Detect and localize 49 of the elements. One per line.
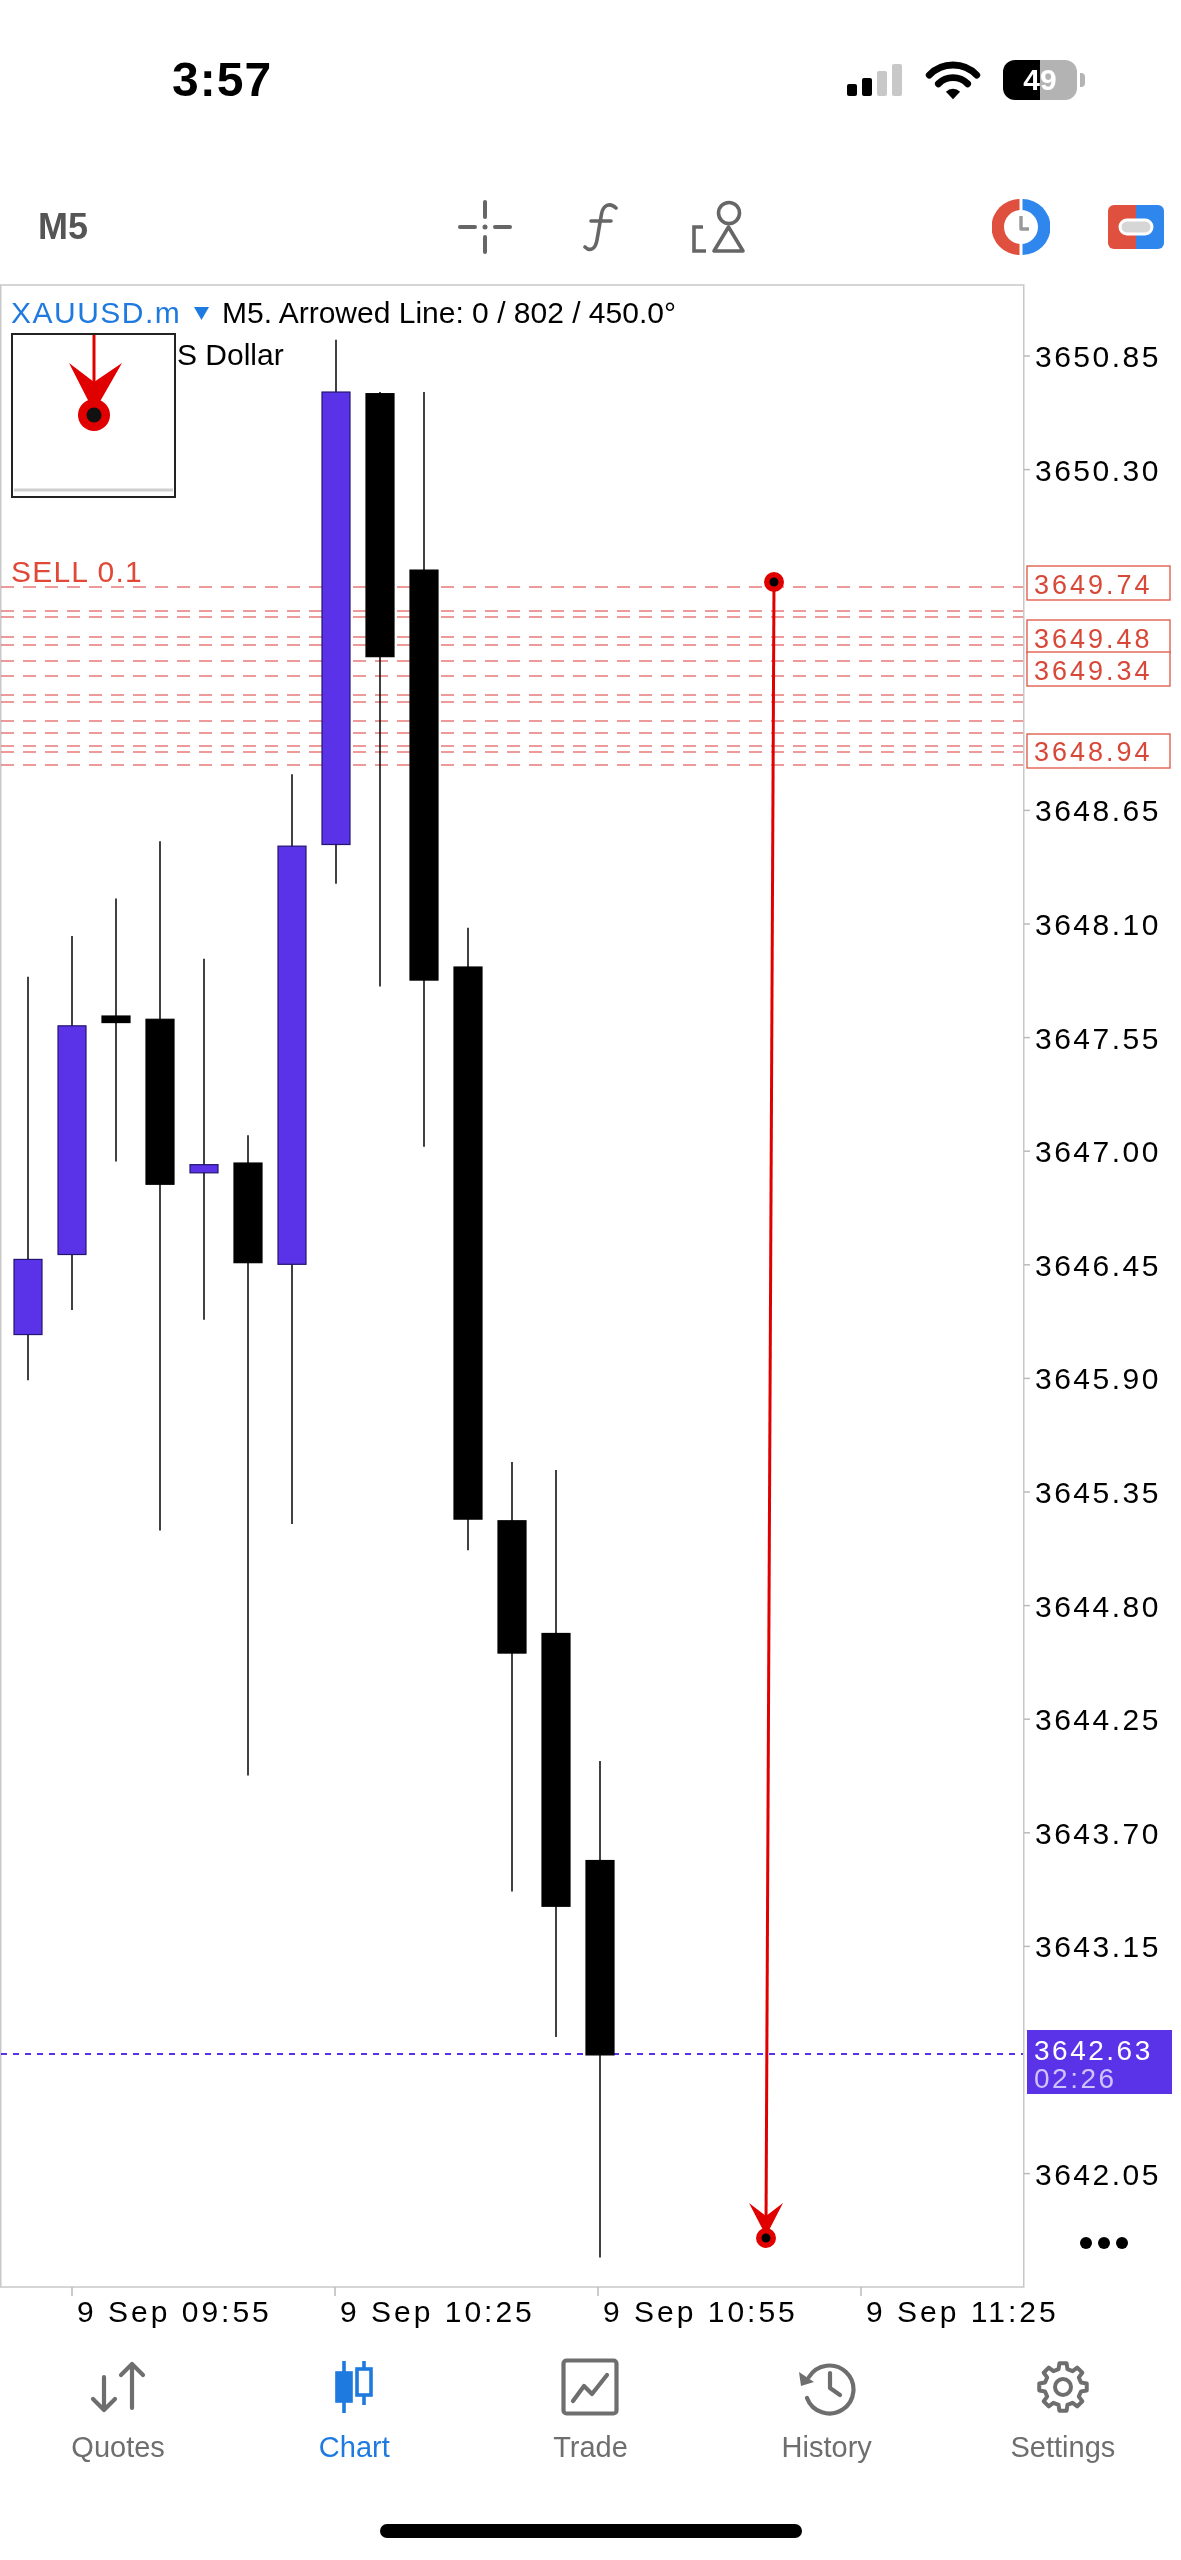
price-axis-label: 3645.90 — [1035, 1362, 1161, 1396]
price-axis-label: 3644.25 — [1035, 1703, 1161, 1737]
tab[interactable]: Trade — [472, 2340, 709, 2480]
crosshair-icon[interactable] — [458, 200, 512, 254]
time-axis-label: 9 Sep 10:25 — [340, 2295, 535, 2328]
tab[interactable]: Quotes — [0, 2340, 237, 2480]
clock-toggle-icon[interactable] — [992, 198, 1050, 256]
bar-countdown: 02:26 — [1034, 2063, 1117, 2094]
price-axis-label: 3647.55 — [1035, 1021, 1161, 1055]
price-axis-label: 3648.65 — [1035, 794, 1161, 828]
dropdown-caret-icon[interactable] — [194, 307, 209, 320]
order-price-tag: 3649.34 — [1026, 651, 1171, 687]
chart-info-text: M5. Arrowed Line: 0 / 802 / 450.0° — [222, 296, 676, 329]
time-axis-label: 9 Sep 09:55 — [77, 2295, 272, 2328]
signal-icon — [847, 64, 903, 96]
arrow-preview-icon — [11, 333, 176, 498]
symbol-selector[interactable]: XAUUSD.m — [11, 296, 182, 329]
tab[interactable]: History — [708, 2340, 945, 2480]
arrowed-line[interactable] — [749, 572, 784, 2248]
line-chart-icon — [561, 2358, 620, 2416]
price-axis-label: 3648.10 — [1035, 908, 1161, 941]
price-axis-label: 3642.05 — [1035, 2157, 1161, 2191]
price-axis-label: 3644.80 — [1035, 1589, 1161, 1623]
settings-icon — [1034, 2358, 1091, 2416]
status-time: 3:57 — [172, 56, 273, 104]
price-axis-label: 3646.45 — [1035, 1248, 1161, 1282]
wifi-icon — [925, 60, 981, 100]
more-icon[interactable] — [1080, 2237, 1128, 2249]
price-axis-label: 3643.15 — [1035, 1930, 1161, 1964]
legend-text: S Dollar — [177, 338, 284, 371]
order-price-tag: 3649.48 — [1026, 619, 1171, 654]
current-price: 3642.63 — [1034, 2035, 1153, 2066]
function-icon[interactable] — [583, 200, 619, 254]
order-price-tag: 3648.94 — [1026, 733, 1171, 769]
price-axis-label: 3645.35 — [1035, 1476, 1161, 1509]
shapes-icon[interactable] — [692, 200, 746, 254]
order-label: SELL 0.1 — [11, 555, 143, 588]
time-axis-label: 9 Sep 11:25 — [866, 2295, 1059, 2328]
price-axis-label: 3650.85 — [1035, 340, 1161, 373]
candlestick-icon — [333, 2358, 376, 2416]
time-axis-label: 9 Sep 10:55 — [603, 2295, 798, 2328]
price-axis-label: 3647.00 — [1035, 1135, 1161, 1169]
timeframe-button[interactable]: M5 — [38, 207, 88, 247]
order-price-tag: 3649.74 — [1026, 565, 1171, 601]
price-axis-label: 3650.30 — [1035, 453, 1161, 487]
tab[interactable]: Chart — [236, 2340, 473, 2480]
toggle-icon[interactable] — [1108, 205, 1164, 249]
tab[interactable]: Settings — [944, 2340, 1181, 2480]
price-axis-label: 3643.70 — [1035, 1816, 1161, 1850]
